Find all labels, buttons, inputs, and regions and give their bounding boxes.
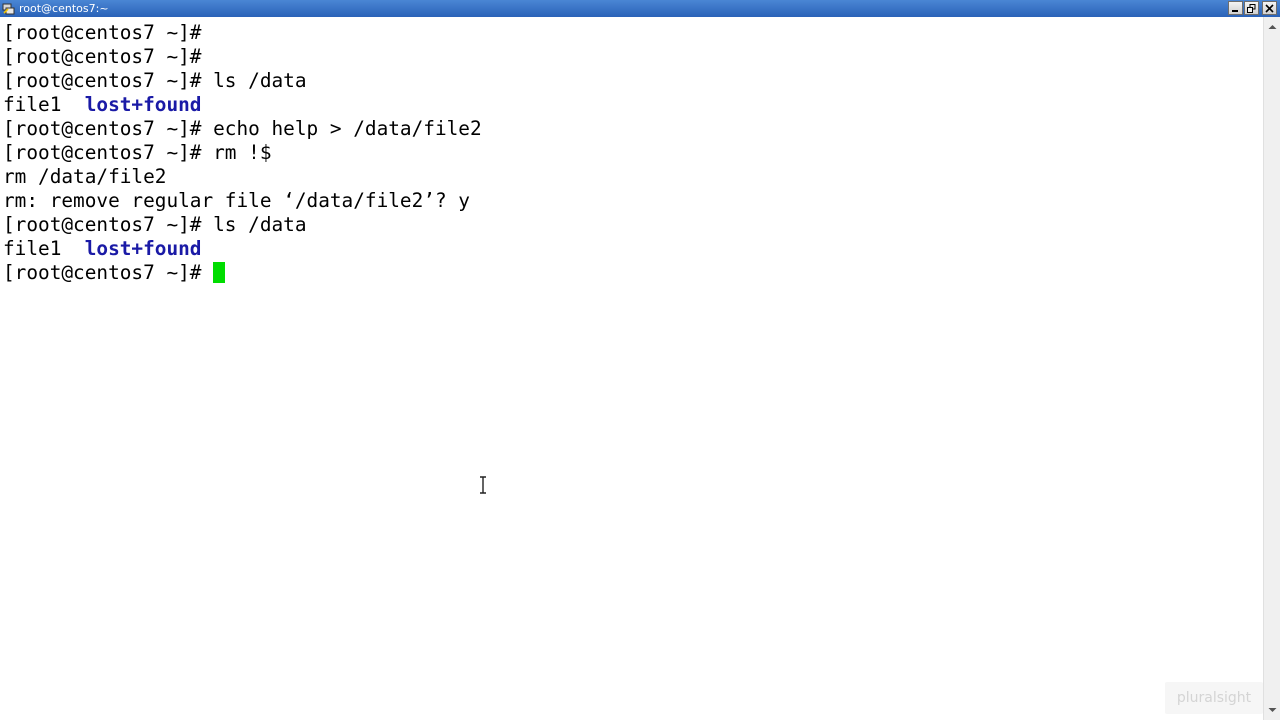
directory-entry: lost+found [84,237,202,260]
scroll-down-arrow-icon [1268,708,1277,712]
putty-app-icon [2,3,15,15]
terminal-line: rm: remove regular file ‘/data/file2’? y [3,189,470,212]
terminal-line: [root@centos7 ~]# [3,21,202,44]
pluralsight-watermark: pluralsight [1165,682,1263,714]
entry-separator [61,93,84,116]
directory-entry: lost+found [84,93,202,116]
shell-prompt: [root@centos7 ~]# [3,261,214,284]
close-icon [1265,3,1274,13]
entry-separator [61,237,84,260]
prompt-line[interactable]: [root@centos7 ~]# [3,261,1263,285]
terminal-window: root@centos7:~ [root@centos7 ~]# [root@c… [0,0,1280,720]
scroll-up-button[interactable] [1265,19,1280,35]
scroll-down-button[interactable] [1265,702,1280,718]
close-button[interactable] [1262,1,1277,15]
mouse-ibeam-cursor-icon [480,476,486,494]
terminal-line: rm /data/file2 [3,165,167,188]
ls-output-line: file1 lost+found [3,237,1263,261]
terminal-line: [root@centos7 ~]# ls /data [3,213,307,236]
ls-output-line: file1 lost+found [3,93,1263,117]
file-entry: file1 [3,237,62,260]
minimize-icon [1232,9,1238,12]
terminal-output[interactable]: [root@centos7 ~]# [root@centos7 ~]# [roo… [0,17,1263,720]
file-entry: file1 [3,93,62,116]
scroll-up-arrow-icon [1268,25,1277,29]
restore-button[interactable] [1244,1,1259,15]
terminal-line: [root@centos7 ~]# ls /data [3,69,307,92]
minimize-button[interactable] [1228,1,1243,15]
title-bar[interactable]: root@centos7:~ [0,0,1280,17]
restore-icon [1247,3,1256,13]
window-title: root@centos7:~ [19,2,109,15]
text-cursor [213,262,226,283]
terminal-line: [root@centos7 ~]# echo help > /data/file… [3,117,482,140]
terminal-line: [root@centos7 ~]# rm !$ [3,141,272,164]
vertical-scrollbar[interactable] [1263,17,1280,720]
terminal-line: [root@centos7 ~]# [3,45,202,68]
